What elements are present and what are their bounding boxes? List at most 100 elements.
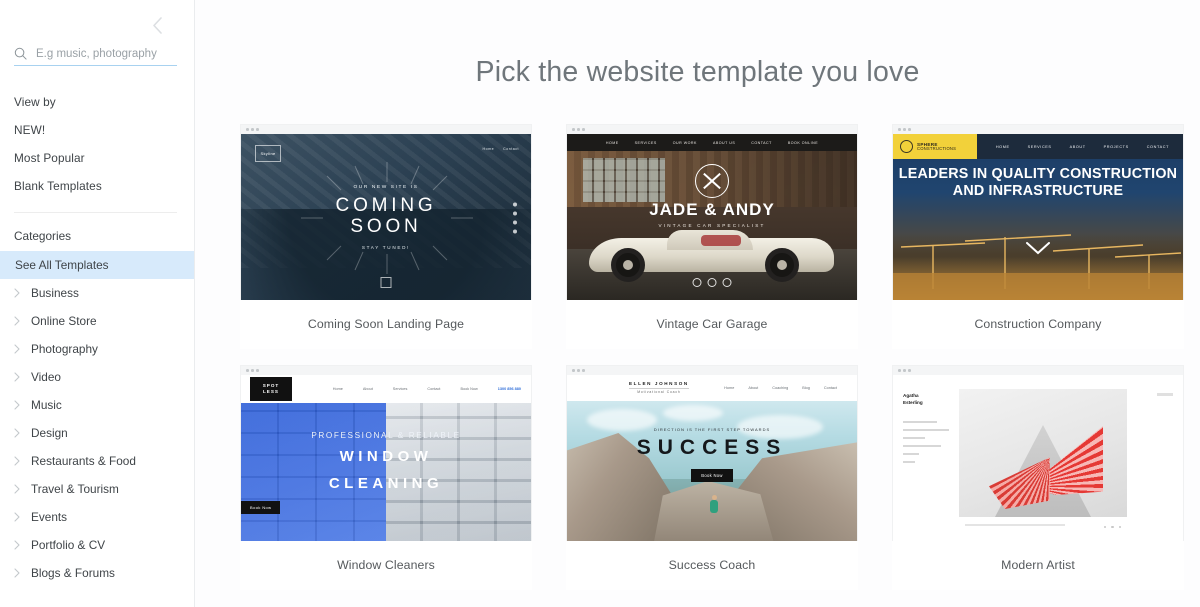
preview-nav-item: Blog [802,386,810,390]
preview-kicker: OUR NEW SITE IS [353,185,419,191]
logo-line-2: LESS [263,389,279,394]
preview-nav-item: SERVICES [634,140,657,145]
sidebar-item-portfolio-cv[interactable]: Portfolio & CV [0,531,194,559]
sidebar-item-most-popular[interactable]: Most Popular [0,144,194,172]
preview-logo: SPOT LESS [250,377,292,401]
template-card-modern-artist[interactable]: Agatha Esterling Modern Artist [892,365,1184,590]
preview-nav-item: CONTACT [1146,144,1169,149]
preview-hero: DIRECTION IS THE FIRST STEP TOWARDS SUCC… [567,427,857,482]
preview-headline: SUCCESS [636,436,788,459]
template-card-window-cleaners[interactable]: SPOT LESS Home About Services Contact Bo… [240,365,532,590]
preview-nav-item: Home [724,386,735,390]
preview-body: SPHERE CONSTRUCTIONS HOME SERVICES ABOUT… [893,134,1183,300]
sidebar-item-photography[interactable]: Photography [0,335,194,363]
preview-headline-2: SOON [350,215,422,237]
sidebar-item-blank-templates[interactable]: Blank Templates [0,172,194,200]
preview-nav-item: HOME [995,144,1010,149]
preview-sidebar: Agatha Esterling [893,375,959,541]
template-card-success-coach[interactable]: ELLEN JOHNSON Motivational Coach Home Ab… [566,365,858,590]
preview-hero: OUR NEW SITE IS COMING SOON STAY TUNED! [241,134,531,300]
preview-nav-item: Home [332,387,343,391]
preview-headline: JADE & ANDY [649,200,775,219]
see-all-templates-label: See All Templates [15,258,109,272]
preview-nav-item: Services [392,387,408,391]
page-title: Pick the website template you love [475,56,920,88]
preview-nav-item: BOOK ONLINE [787,140,819,145]
preview-nav-item: CONTACT [751,140,772,145]
template-picker-app: View by NEW! Most Popular Blank Template… [0,0,1200,607]
chevron-right-icon [14,484,30,494]
sidebar-collapse-button[interactable] [146,14,168,36]
template-preview: Agatha Esterling [892,365,1184,541]
preview-headline: LEADERS IN QUALITY CONSTRUCTION AND INFR… [898,166,1178,200]
preview-body: Agatha Esterling [893,375,1183,541]
sphere-logo-icon [900,140,913,153]
cart-icon [1157,393,1173,396]
chevron-right-icon [14,344,30,354]
preview-headline-1: COMING [335,195,437,217]
preview-phone-number: 1300 856 880 [497,387,521,391]
sidebar-item-new[interactable]: NEW! [0,116,194,144]
template-preview: HOME SERVICES OUR WORK ABOUT US CONTACT … [566,124,858,300]
browser-chrome-bar [893,125,1183,134]
preview-subtext: STAY TUNED! [361,244,411,250]
category-label: Design [31,426,68,440]
search-input[interactable] [36,47,177,60]
preview-nav-item: ABOUT [1069,144,1086,149]
sidebar-item-restaurants-food[interactable]: Restaurants & Food [0,447,194,475]
category-label: Blogs & Forums [31,566,115,580]
preview-nav: ELLEN JOHNSON Motivational Coach Home Ab… [567,375,857,401]
sidebar-item-design[interactable]: Design [0,419,194,447]
preview-subtext: VINTAGE CAR SPECIALIST [658,223,766,228]
preview-headline-2: CLEANING [328,475,444,493]
search-box[interactable] [14,47,177,66]
chevron-right-icon [14,456,30,466]
chevron-right-icon [14,372,30,382]
sidebar-item-online-store[interactable]: Online Store [0,307,194,335]
social-icons [513,202,517,233]
preview-cta-button: Book Now [241,501,281,514]
preview-menu-placeholder [903,420,959,463]
template-card-vintage-car-garage[interactable]: HOME SERVICES OUR WORK ABOUT US CONTACT … [566,124,858,349]
preview-nav-item: ABOUT US [712,140,736,145]
template-name: Success Coach [566,541,858,590]
category-label: Online Store [31,314,97,328]
preview-headline-1: WINDOW [339,448,433,465]
vintage-car-illustration [589,222,834,284]
artwork-image [959,389,1127,517]
template-card-coming-soon[interactable]: Skyline Home Contact OUR NEW SITE IS COM… [240,124,532,349]
sidebar-item-blogs-forums[interactable]: Blogs & Forums [0,559,194,587]
template-card-construction-company[interactable]: SPHERE CONSTRUCTIONS HOME SERVICES ABOUT… [892,124,1184,349]
sidebar-item-events[interactable]: Events [0,503,194,531]
browser-chrome-bar [241,125,531,134]
chevron-left-icon [152,16,163,34]
sidebar-item-see-all-templates[interactable]: See All Templates [0,251,194,279]
preview-kicker: DIRECTION IS THE FIRST STEP TOWARDS [653,427,771,432]
sidebar-item-travel-tourism[interactable]: Travel & Tourism [0,475,194,503]
preview-body: HOME SERVICES OUR WORK ABOUT US CONTACT … [567,134,857,300]
garage-window [583,158,665,202]
sidebar-item-video[interactable]: Video [0,363,194,391]
preview-nav: HOME SERVICES OUR WORK ABOUT US CONTACT … [567,134,857,151]
template-name: Construction Company [892,300,1184,349]
category-label: Events [31,510,68,524]
sidebar-divider [14,212,177,213]
preview-nav-item: Contact [427,387,441,391]
search-icon [14,47,30,60]
preview-kicker: PROFESSIONAL & RELIABLE [311,431,461,440]
template-name: Vintage Car Garage [566,300,858,349]
browser-chrome-bar [893,366,1183,375]
brand-line-1: Agatha [903,393,919,398]
sidebar-item-music[interactable]: Music [0,391,194,419]
chevron-right-icon [14,316,30,326]
preview-nav-item: OUR WORK [672,140,697,145]
browser-chrome-bar [567,125,857,134]
view-by-group: View by NEW! Most Popular Blank Template… [0,88,194,200]
chevron-right-icon [14,428,30,438]
sidebar-item-business[interactable]: Business [0,279,194,307]
category-label: Music [31,398,62,412]
brand-line-2: Esterling [903,399,923,405]
preview-hero: JADE & ANDY VINTAGE CAR SPECIALIST [567,200,857,228]
template-grid: Skyline Home Contact OUR NEW SITE IS COM… [240,124,1200,590]
preview-body: Skyline Home Contact OUR NEW SITE IS COM… [241,134,531,300]
